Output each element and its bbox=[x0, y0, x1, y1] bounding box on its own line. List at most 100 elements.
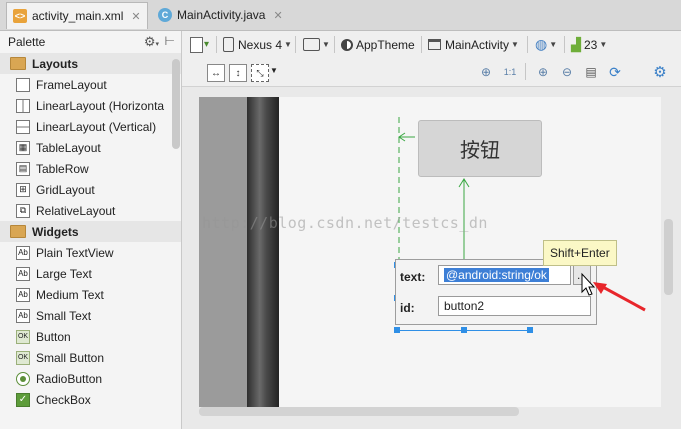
palette-item-radiobutton[interactable]: RadioButton bbox=[0, 368, 181, 389]
checkbox-icon: ✓ bbox=[16, 392, 30, 407]
folder-icon bbox=[10, 57, 26, 70]
textview-icon: Ab bbox=[16, 245, 30, 260]
text-property-value: @android:string/ok bbox=[444, 268, 549, 282]
globe-icon: ◍ bbox=[535, 36, 548, 52]
item-label: LinearLayout (Horizonta bbox=[36, 98, 165, 113]
tab-label: MainActivity.java bbox=[177, 8, 266, 22]
id-property-label: id: bbox=[400, 301, 415, 315]
item-label: Button bbox=[36, 329, 71, 344]
preview-button[interactable]: 按钮 bbox=[418, 120, 542, 177]
device-icon bbox=[223, 37, 234, 52]
document-icon[interactable]: ▤ bbox=[583, 64, 599, 80]
canvas-horizontal-scrollbar[interactable] bbox=[199, 407, 519, 416]
canvas-vertical-scrollbar[interactable] bbox=[664, 219, 673, 295]
palette-item-small-button[interactable]: OK Small Button bbox=[0, 347, 181, 368]
chevron-down-icon: ▼ bbox=[322, 40, 330, 49]
resize-icon[interactable]: ⤡ bbox=[251, 64, 269, 82]
hide-panel-icon[interactable]: ⊢ bbox=[165, 34, 175, 48]
activity-icon bbox=[428, 39, 441, 50]
shortcut-tooltip: Shift+Enter bbox=[543, 240, 617, 266]
android-icon: ▟ bbox=[571, 36, 581, 52]
palette-header: Palette ⚙▾ ⊢ bbox=[0, 31, 181, 53]
palette-item-framelayout[interactable]: FrameLayout bbox=[0, 74, 181, 95]
activity-dropdown[interactable]: MainActivity ▼ bbox=[428, 35, 519, 54]
radiobutton-icon bbox=[16, 371, 30, 386]
zoom-in-icon[interactable]: ⊕ bbox=[535, 64, 551, 80]
item-label: Small Button bbox=[36, 350, 105, 365]
api-level-dropdown[interactable]: ▟ 23 ▼ bbox=[571, 35, 607, 54]
palette-item-linearlayout-vertical[interactable]: LinearLayout (Vertical) bbox=[0, 116, 181, 137]
textview-icon: Ab bbox=[16, 287, 30, 302]
chevron-down-icon: ▼ bbox=[599, 40, 608, 49]
layout-toolbar: ▾ Nexus 4 ▼ ▼ AppTheme MainActivity ▼ ◍ ▼ ▟… bbox=[182, 31, 681, 59]
item-label: TableRow bbox=[36, 161, 89, 176]
tooltip-text: Shift+Enter bbox=[550, 246, 610, 260]
item-label: Medium Text bbox=[36, 287, 104, 302]
refresh-icon[interactable]: ⟳ bbox=[607, 64, 623, 80]
expand-horizontal-icon[interactable]: ↔ bbox=[207, 64, 225, 82]
palette-item-tablelayout[interactable]: ▦ TableLayout bbox=[0, 137, 181, 158]
editor-tab-bar: <> activity_main.xml ✕ C MainActivity.ja… bbox=[0, 0, 681, 31]
button-icon: OK bbox=[16, 329, 30, 344]
text-property-field[interactable]: @android:string/ok bbox=[438, 265, 571, 285]
item-label: Large Text bbox=[36, 266, 92, 281]
category-layouts[interactable]: Layouts bbox=[0, 53, 181, 74]
theme-icon bbox=[341, 38, 353, 51]
tab-activity-main-xml[interactable]: <> activity_main.xml ✕ bbox=[6, 2, 148, 29]
quick-properties-popup: text: @android:string/ok ... id: button2 bbox=[395, 259, 597, 325]
annotation-overlay bbox=[581, 272, 646, 312]
close-icon[interactable]: ✕ bbox=[273, 9, 282, 22]
palette-item-relativelayout[interactable]: ⧉ RelativeLayout bbox=[0, 200, 181, 221]
activity-label: MainActivity bbox=[445, 37, 510, 52]
text-property-label: text: bbox=[400, 270, 426, 284]
item-label: CheckBox bbox=[36, 392, 91, 407]
linearlayout-horizontal-icon bbox=[16, 98, 30, 113]
category-label: Widgets bbox=[32, 224, 79, 239]
palette-item-linearlayout-horizontal[interactable]: LinearLayout (Horizonta bbox=[0, 95, 181, 116]
device-label: Nexus 4 bbox=[238, 37, 283, 52]
palette-panel: Palette ⚙▾ ⊢ Layouts FrameLayout LinearL… bbox=[0, 31, 182, 429]
zoom-out-icon[interactable]: ⊖ bbox=[559, 64, 575, 80]
palette-item-gridlayout[interactable]: ⊞ GridLayout bbox=[0, 179, 181, 200]
palette-item-tablerow[interactable]: ▤ TableRow bbox=[0, 158, 181, 179]
orientation-dropdown[interactable]: ▼ bbox=[303, 35, 330, 54]
chevron-down-icon[interactable]: ▼ bbox=[270, 66, 278, 75]
selection-outline bbox=[397, 330, 530, 331]
actual-size-icon[interactable]: 1:1 bbox=[502, 64, 518, 80]
category-label: Layouts bbox=[32, 56, 79, 71]
watermark: http://blog.csdn.net/testcs_dn bbox=[202, 214, 488, 232]
palette-item-plain-textview[interactable]: Ab Plain TextView bbox=[0, 242, 181, 263]
item-label: Small Text bbox=[36, 308, 92, 323]
palette-item-button[interactable]: OK Button bbox=[0, 326, 181, 347]
palette-scrollbar[interactable] bbox=[172, 59, 180, 149]
config-dropdown[interactable]: ▾ bbox=[190, 35, 209, 54]
gear-icon[interactable]: ⚙ bbox=[652, 64, 668, 81]
id-property-field[interactable]: button2 bbox=[438, 296, 591, 316]
chevron-down-icon: ▼ bbox=[511, 40, 519, 49]
palette-item-medium-text[interactable]: Ab Medium Text bbox=[0, 284, 181, 305]
item-label: RelativeLayout bbox=[36, 203, 116, 218]
small-button-icon: OK bbox=[16, 350, 30, 365]
zoom-to-fit-icon[interactable]: ⊕ bbox=[478, 64, 494, 80]
red-arrow-icon bbox=[600, 284, 646, 312]
gear-icon[interactable]: ⚙▾ bbox=[144, 34, 159, 50]
theme-dropdown[interactable]: AppTheme bbox=[341, 35, 415, 54]
palette-item-checkbox[interactable]: ✓ CheckBox bbox=[0, 389, 181, 410]
device-dropdown[interactable]: Nexus 4 ▼ bbox=[223, 35, 292, 54]
expand-vertical-icon[interactable]: ↕ bbox=[229, 64, 247, 82]
item-label: RadioButton bbox=[36, 371, 103, 386]
gridlayout-icon: ⊞ bbox=[16, 182, 30, 197]
java-class-icon: C bbox=[158, 8, 172, 22]
palette-item-large-text[interactable]: Ab Large Text bbox=[0, 263, 181, 284]
palette-title: Palette bbox=[8, 35, 46, 49]
chevron-down-icon: ▼ bbox=[549, 40, 558, 49]
xml-file-icon: <> bbox=[13, 9, 27, 23]
close-icon[interactable]: ✕ bbox=[131, 10, 140, 23]
preview-button-label: 按钮 bbox=[460, 140, 500, 162]
palette-item-small-text[interactable]: Ab Small Text bbox=[0, 305, 181, 326]
tablelayout-icon: ▦ bbox=[16, 140, 30, 155]
locale-dropdown[interactable]: ◍ ▼ bbox=[535, 35, 557, 54]
id-property-value: button2 bbox=[444, 299, 485, 313]
category-widgets[interactable]: Widgets bbox=[0, 221, 181, 242]
tab-main-activity-java[interactable]: C MainActivity.java ✕ bbox=[152, 2, 289, 28]
